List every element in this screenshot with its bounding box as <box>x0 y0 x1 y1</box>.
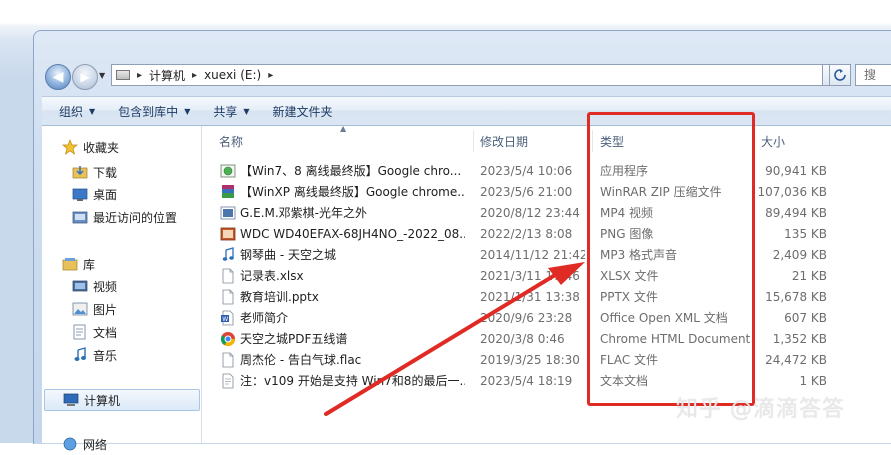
watermark: 知乎 @滴滴答答 <box>676 397 845 422</box>
annotation-arrow <box>324 262 585 416</box>
